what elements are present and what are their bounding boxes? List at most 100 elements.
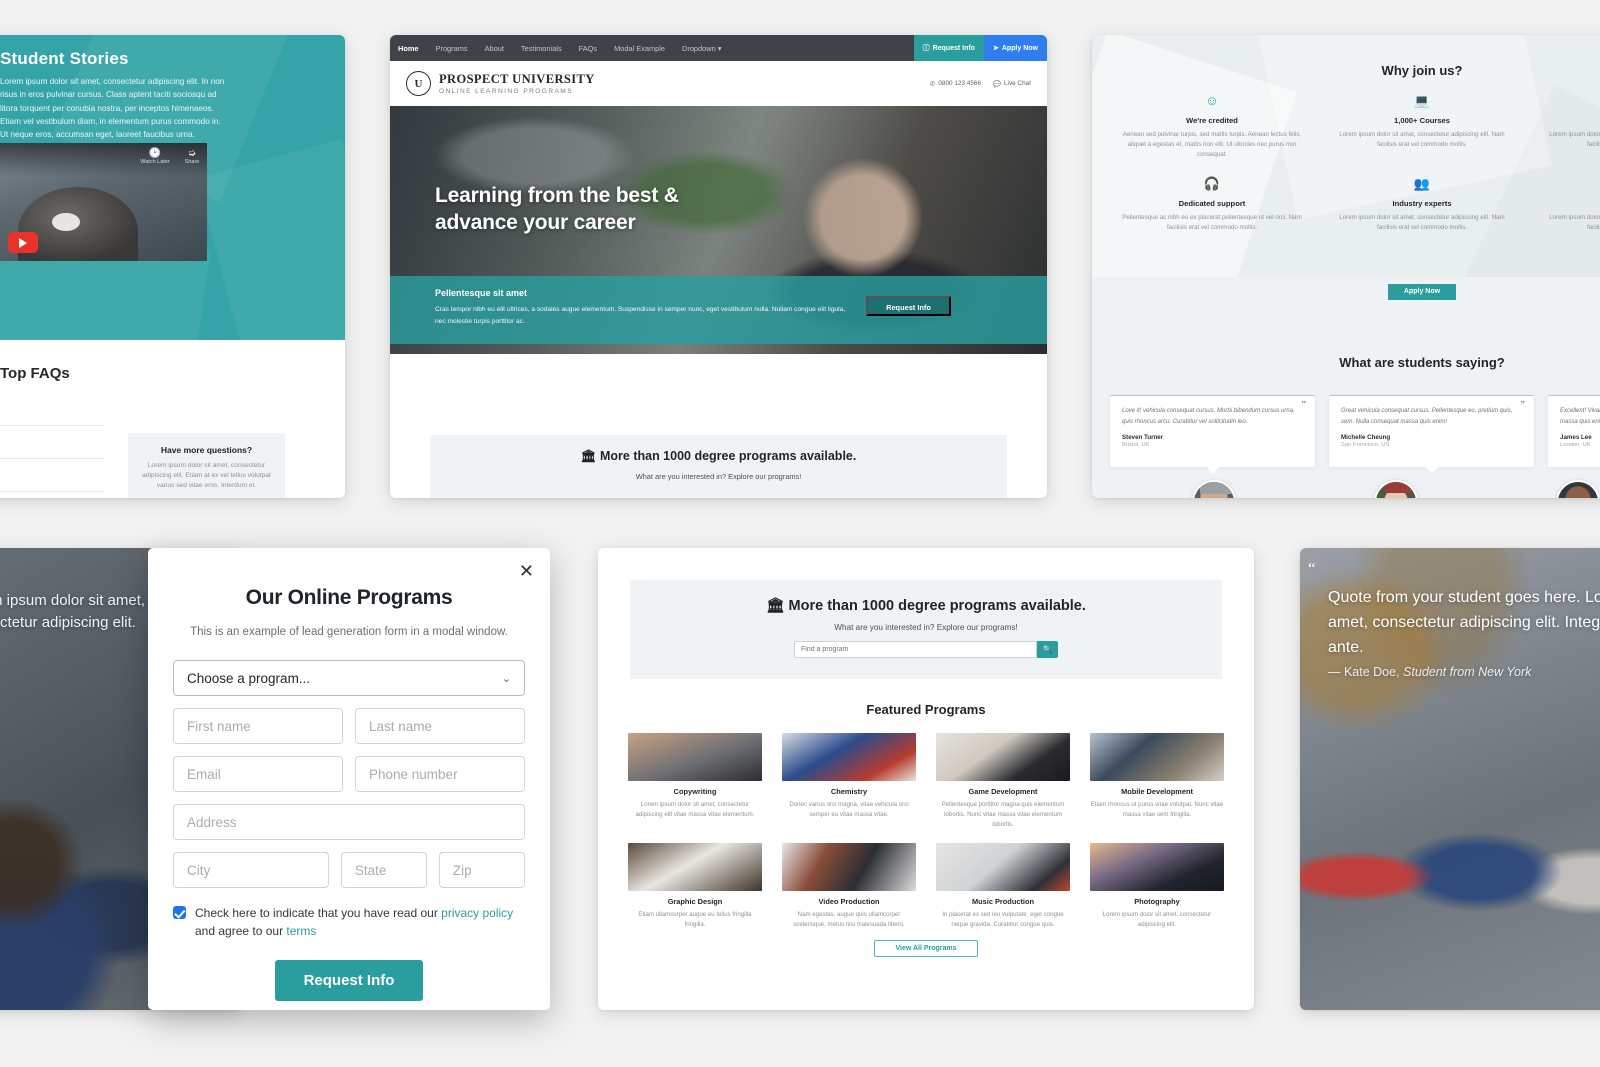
nav-apply-now-button[interactable]: ➤ Apply Now — [983, 35, 1047, 61]
featured-programs-heading: Featured Programs — [866, 702, 986, 717]
quote-body: Quote from your student goes here. Lorem… — [1328, 589, 1600, 656]
search-bar: 🔍 — [630, 641, 1222, 658]
program-title: Game Development — [968, 787, 1038, 796]
program-search-heading: 🏛 More than 1000 degree programs availab… — [766, 598, 1086, 614]
faq-divider — [0, 458, 104, 459]
phone-number: 0800 123 4566 — [938, 80, 982, 87]
first-name-field[interactable]: First name — [173, 708, 343, 744]
search-icon[interactable]: 🔍 — [1037, 641, 1058, 658]
modal-subtitle: This is an example of lead generation fo… — [190, 626, 508, 638]
video-player[interactable]: 🕑 Watch Later ➭ Share — [0, 143, 207, 261]
program-card[interactable]: Photography Lorem ipsum dolor sit amet, … — [1090, 843, 1224, 930]
program-card[interactable]: Game Development Pellentesque porttitor … — [936, 733, 1070, 829]
university-seal-logo[interactable] — [406, 71, 431, 96]
feature-title: We're credited — [1186, 116, 1238, 125]
chevron-down-icon: ⌄ — [501, 672, 511, 685]
panel-homepage: Home Programs About Testimonials FAQs Mo… — [390, 35, 1047, 498]
program-thumbnail — [782, 733, 916, 781]
program-select[interactable]: Choose a program... ⌄ — [173, 660, 525, 696]
feature-body: Lorem ipsum dolor sit amet, consectetur … — [1549, 131, 1600, 149]
program-thumbnail — [936, 733, 1070, 781]
phone-field[interactable]: Phone number — [355, 756, 525, 792]
students-photo — [1300, 780, 1600, 1010]
program-thumbnail — [782, 843, 916, 892]
nav-item-dropdown[interactable]: Dropdown ▾ — [682, 44, 721, 53]
program-card[interactable]: Copywriting Lorem ipsum dolor sit amet, … — [628, 733, 762, 829]
hero-request-info-button[interactable]: Request Info — [866, 296, 951, 316]
feature-item: ∞ Unlimited access Lorem ipsum dolor sit… — [1530, 94, 1600, 177]
quote-attribution: — Kate Doe, Student from New York — [1328, 663, 1600, 682]
last-name-field[interactable]: Last name — [355, 708, 525, 744]
nav-item-faqs[interactable]: FAQs — [579, 44, 597, 53]
program-search-input[interactable] — [794, 641, 1037, 658]
consent-checkbox[interactable] — [173, 906, 186, 919]
modal-request-info-button[interactable]: Request Info — [275, 960, 423, 1002]
backdrop-people-photo — [0, 800, 170, 1010]
state-field[interactable]: State — [340, 852, 427, 888]
feature-title: Dedicated support — [1178, 198, 1246, 208]
program-title: Music Production — [971, 897, 1034, 907]
program-title: Copywriting — [673, 787, 717, 796]
play-icon[interactable] — [8, 232, 38, 253]
nav-item-about[interactable]: About — [485, 44, 504, 53]
program-card[interactable]: Graphic Design Etiam ullamcorper augue e… — [628, 843, 762, 930]
nav-request-info-button[interactable]: ⓘ Request Info — [913, 35, 984, 61]
name-row: First name Last name — [173, 708, 525, 756]
watch-later-control[interactable]: 🕑 Watch Later — [128, 148, 182, 165]
faq-cta-body: Lorem ipsum dolor sit amet, consectetur … — [142, 462, 271, 490]
program-card[interactable]: Mobile Development Etiam rhoncus ut puru… — [1090, 733, 1224, 829]
apply-now-button[interactable]: Apply Now — [1388, 284, 1456, 300]
brand-bar: PROSPECT UNIVERSITY ONLINE LEARNING PROG… — [390, 61, 1047, 106]
program-title: Chemistry — [830, 787, 868, 796]
testimonial-quote: Great vehicula consequat cursus. Pellent… — [1341, 408, 1513, 425]
why-join-heading: Why join us? — [1381, 63, 1463, 78]
testimonial-card: ” Great vehicula consequat cursus. Pelle… — [1329, 395, 1534, 474]
program-body: Lorem ipsum dolor sit amet, consectetur … — [1102, 911, 1212, 928]
hero-section: Learning from the best & advance your ca… — [390, 106, 1047, 354]
program-search-subheading: What are you interested in? Explore our … — [635, 472, 802, 481]
quote-icon: ” — [1301, 400, 1306, 411]
program-card[interactable]: Chemistry Donec varius orci magna, vitae… — [782, 733, 916, 829]
nav-item-programs[interactable]: Programs — [436, 44, 468, 53]
testimonial-location: Bristol, UK — [1122, 442, 1150, 448]
testimonial-location: London, UK — [1560, 442, 1591, 448]
nav-item-modal-example[interactable]: Modal Example — [614, 44, 665, 53]
testimonial-row: ” Love it! vehicula consequat cursus. Mo… — [1110, 395, 1600, 474]
program-thumbnail — [1090, 843, 1224, 892]
program-card[interactable]: Music Production In placerat ex sed leo … — [936, 843, 1070, 930]
quote-text: Quote from your student goes here. Lorem… — [1328, 586, 1600, 683]
feature-body: Pellentesque ac nibh eu ex placerat pell… — [1122, 213, 1302, 231]
page-title: Student Stories — [0, 49, 129, 68]
program-search-subheading: What are you interested in? Explore our … — [834, 623, 1018, 632]
close-icon[interactable]: ✕ — [519, 562, 534, 580]
testimonial-name: James Lee — [1560, 434, 1592, 441]
nav-item-testimonials[interactable]: Testimonials — [521, 44, 562, 53]
feature-item: 🎓 Learning paths Lorem ipsum dolor sit a… — [1530, 177, 1600, 249]
live-chat-contact[interactable]: 💬 Live Chat — [993, 80, 1031, 88]
feature-title: Industry experts — [1392, 198, 1452, 208]
city-field[interactable]: City — [173, 852, 329, 888]
program-card[interactable]: Video Production Nam egestas, augue quis… — [782, 843, 916, 930]
program-body: Pellentesque porttitor magna quis elemen… — [941, 801, 1065, 828]
program-thumbnail — [628, 733, 762, 781]
share-control[interactable]: ➭ Share — [178, 148, 206, 165]
nav-item-home[interactable]: Home — [398, 44, 419, 53]
info-circle-icon: ⓘ — [922, 45, 930, 52]
program-title: Graphic Design — [667, 897, 723, 907]
brand-text[interactable]: PROSPECT UNIVERSITY ONLINE LEARNING PROG… — [439, 72, 595, 95]
hero-headline: Learning from the best & advance your ca… — [435, 184, 679, 235]
people-icon: 👥 — [1413, 175, 1431, 191]
feature-item: 💻 1,000+ Courses Lorem ipsum dolor sit a… — [1320, 94, 1524, 177]
program-thumbnail — [936, 843, 1070, 892]
zip-field[interactable]: Zip — [438, 852, 525, 888]
terms-link[interactable]: terms — [286, 924, 316, 938]
email-field[interactable]: Email — [173, 756, 343, 792]
program-body: Etiam rhoncus ut purus vitae volutpat. N… — [1090, 801, 1224, 818]
address-field[interactable]: Address — [173, 804, 525, 840]
privacy-policy-link[interactable]: privacy policy — [441, 906, 513, 920]
award-icon: ☺ — [1205, 93, 1219, 108]
headset-icon: 🎧 — [1203, 175, 1221, 191]
graduation-icon: 🎓 — [1542, 177, 1600, 193]
view-all-programs-button[interactable]: View All Programs — [874, 939, 978, 957]
phone-contact[interactable]: ✆ 0800 123 4566 — [930, 80, 981, 88]
